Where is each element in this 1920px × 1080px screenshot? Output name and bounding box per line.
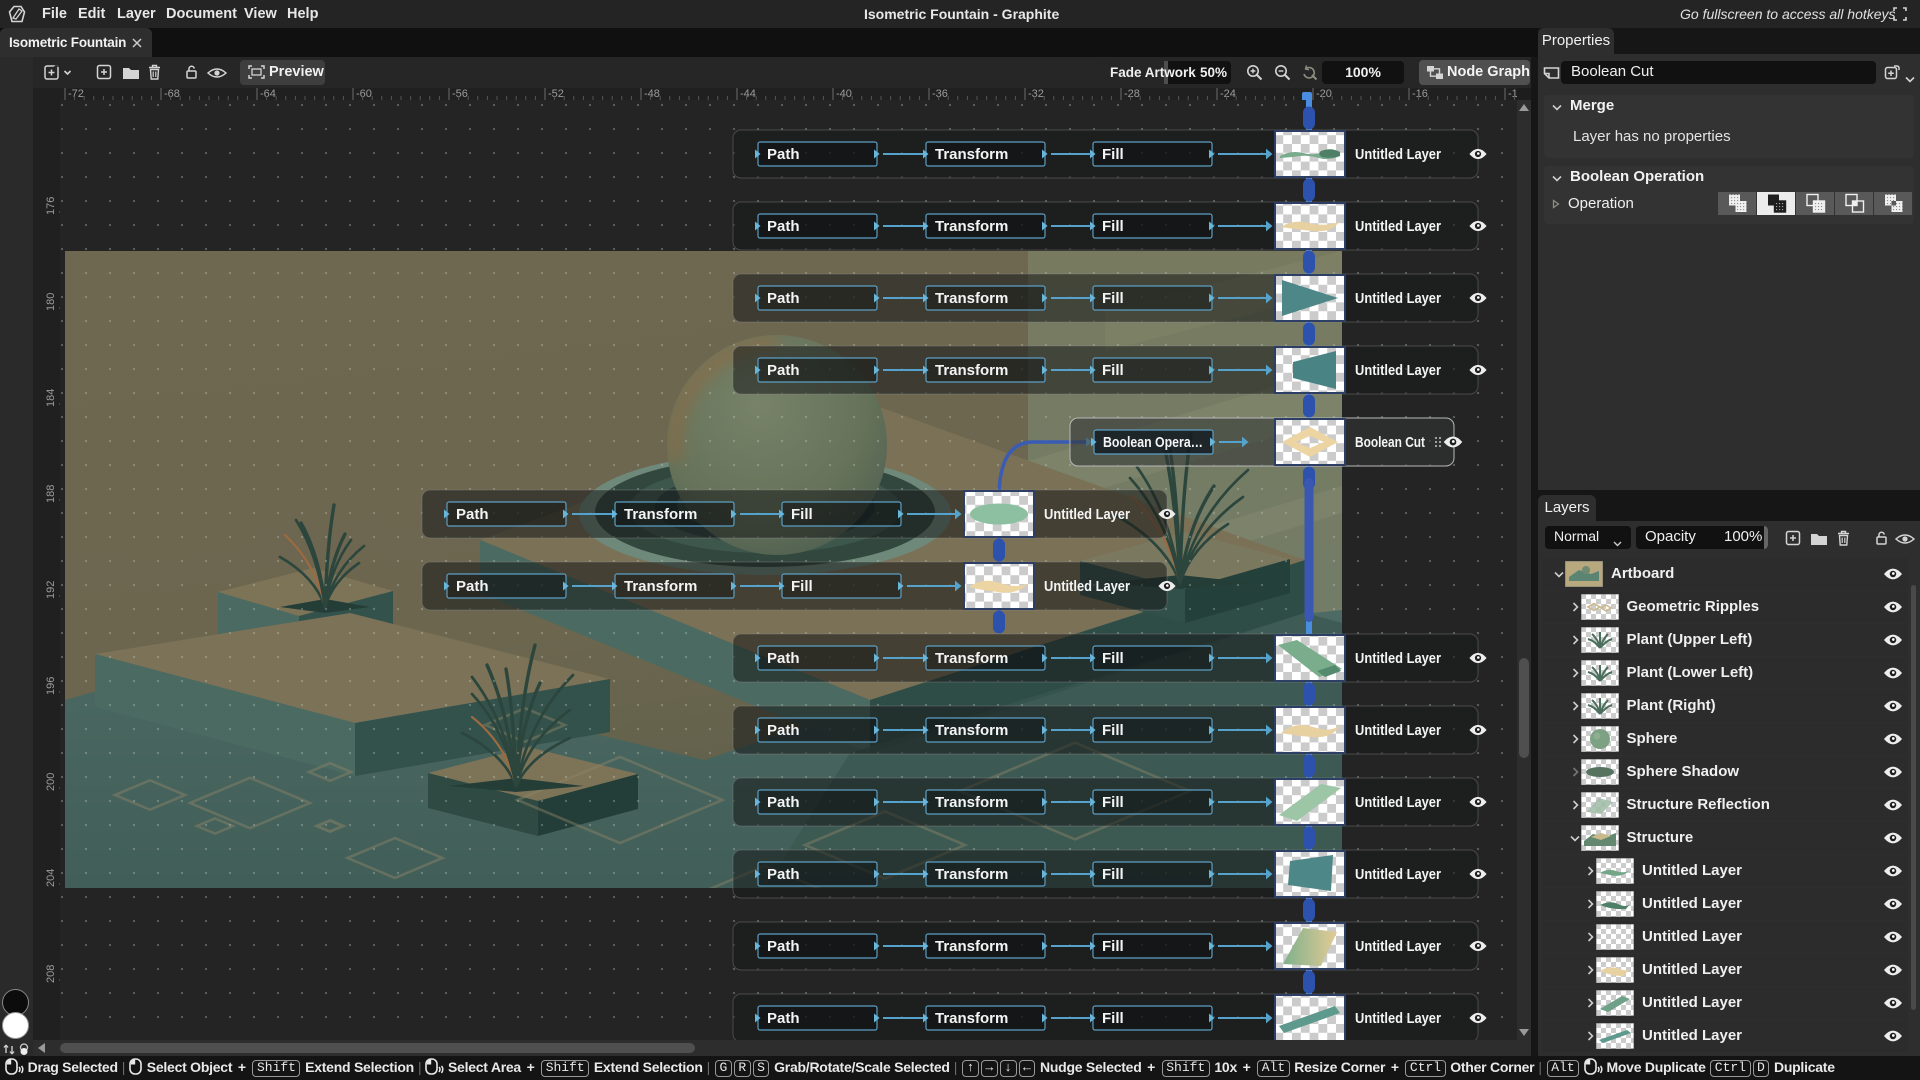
svg-text:Untitled Layer: Untitled Layer bbox=[1355, 866, 1441, 883]
svg-text:Fill: Fill bbox=[1102, 938, 1124, 955]
svg-text:-64: -64 bbox=[260, 88, 276, 100]
svg-text:Path: Path bbox=[456, 578, 489, 595]
svg-text:Untitled Layer: Untitled Layer bbox=[1355, 218, 1441, 235]
svg-text:-12: -12 bbox=[1508, 88, 1517, 100]
svg-text:Untitled Layer: Untitled Layer bbox=[1355, 722, 1441, 739]
svg-text:Fill: Fill bbox=[1102, 650, 1124, 667]
svg-text:Transform: Transform bbox=[935, 362, 1008, 379]
svg-text:Transform: Transform bbox=[624, 578, 697, 595]
svg-text:Boolean Cut: Boolean Cut bbox=[1355, 434, 1425, 451]
svg-text:Untitled Layer: Untitled Layer bbox=[1355, 1010, 1441, 1027]
svg-text:204: 204 bbox=[45, 869, 57, 887]
svg-text:Path: Path bbox=[767, 866, 800, 883]
svg-text:-52: -52 bbox=[548, 88, 564, 100]
svg-text:-28: -28 bbox=[1124, 88, 1140, 100]
svg-text:208: 208 bbox=[45, 965, 57, 983]
svg-text:192: 192 bbox=[45, 581, 57, 599]
svg-text:188: 188 bbox=[45, 485, 57, 503]
svg-text:Fill: Fill bbox=[791, 578, 813, 595]
svg-text:Untitled Layer: Untitled Layer bbox=[1044, 578, 1130, 595]
svg-text:Fill: Fill bbox=[791, 506, 813, 523]
svg-text:Untitled Layer: Untitled Layer bbox=[1044, 506, 1130, 523]
svg-text:Path: Path bbox=[767, 794, 800, 811]
svg-text:Path: Path bbox=[767, 290, 800, 307]
svg-text:-36: -36 bbox=[932, 88, 948, 100]
svg-text:-16: -16 bbox=[1412, 88, 1428, 100]
svg-text:Fill: Fill bbox=[1102, 794, 1124, 811]
svg-text:Boolean Opera…: Boolean Opera… bbox=[1103, 435, 1203, 451]
svg-text:Fill: Fill bbox=[1102, 362, 1124, 379]
svg-text:-24: -24 bbox=[1220, 88, 1236, 100]
svg-text:Transform: Transform bbox=[935, 866, 1008, 883]
svg-text:Untitled Layer: Untitled Layer bbox=[1355, 146, 1441, 163]
svg-text:-48: -48 bbox=[644, 88, 660, 100]
svg-text:176: 176 bbox=[45, 197, 57, 215]
svg-text:Transform: Transform bbox=[935, 290, 1008, 307]
svg-text:Path: Path bbox=[767, 146, 800, 163]
svg-text:Untitled Layer: Untitled Layer bbox=[1355, 650, 1441, 667]
svg-text:Transform: Transform bbox=[935, 938, 1008, 955]
svg-text:Path: Path bbox=[767, 722, 800, 739]
svg-text:184: 184 bbox=[45, 389, 57, 407]
svg-text:Path: Path bbox=[767, 938, 800, 955]
svg-text:-68: -68 bbox=[164, 88, 180, 100]
svg-text:Untitled Layer: Untitled Layer bbox=[1355, 290, 1441, 307]
svg-text:Transform: Transform bbox=[935, 146, 1008, 163]
svg-text:Fill: Fill bbox=[1102, 146, 1124, 163]
svg-text:-60: -60 bbox=[356, 88, 372, 100]
svg-text:Untitled Layer: Untitled Layer bbox=[1355, 938, 1441, 955]
svg-text:Untitled Layer: Untitled Layer bbox=[1355, 794, 1441, 811]
svg-text:Transform: Transform bbox=[935, 794, 1008, 811]
svg-text:180: 180 bbox=[45, 293, 57, 311]
svg-text:-20: -20 bbox=[1316, 88, 1332, 100]
svg-text:Fill: Fill bbox=[1102, 722, 1124, 739]
svg-text:-44: -44 bbox=[740, 88, 756, 100]
svg-text:Path: Path bbox=[767, 218, 800, 235]
svg-text:-72: -72 bbox=[68, 88, 84, 100]
svg-text:Fill: Fill bbox=[1102, 866, 1124, 883]
svg-text:Transform: Transform bbox=[624, 506, 697, 523]
svg-text:Path: Path bbox=[767, 362, 800, 379]
svg-text:-32: -32 bbox=[1028, 88, 1044, 100]
svg-text:Fill: Fill bbox=[1102, 290, 1124, 307]
svg-text:200: 200 bbox=[45, 773, 57, 791]
svg-text:Fill: Fill bbox=[1102, 1010, 1124, 1027]
svg-text:Path: Path bbox=[767, 1010, 800, 1027]
svg-text:Transform: Transform bbox=[935, 722, 1008, 739]
svg-text:196: 196 bbox=[45, 677, 57, 695]
svg-text:-40: -40 bbox=[836, 88, 852, 100]
svg-text:Transform: Transform bbox=[935, 1010, 1008, 1027]
svg-text:Untitled Layer: Untitled Layer bbox=[1355, 362, 1441, 379]
svg-text:Fill: Fill bbox=[1102, 218, 1124, 235]
svg-text:Path: Path bbox=[456, 506, 489, 523]
svg-text:Transform: Transform bbox=[935, 650, 1008, 667]
svg-text:-56: -56 bbox=[452, 88, 468, 100]
svg-text:Path: Path bbox=[767, 650, 800, 667]
svg-text:Transform: Transform bbox=[935, 218, 1008, 235]
